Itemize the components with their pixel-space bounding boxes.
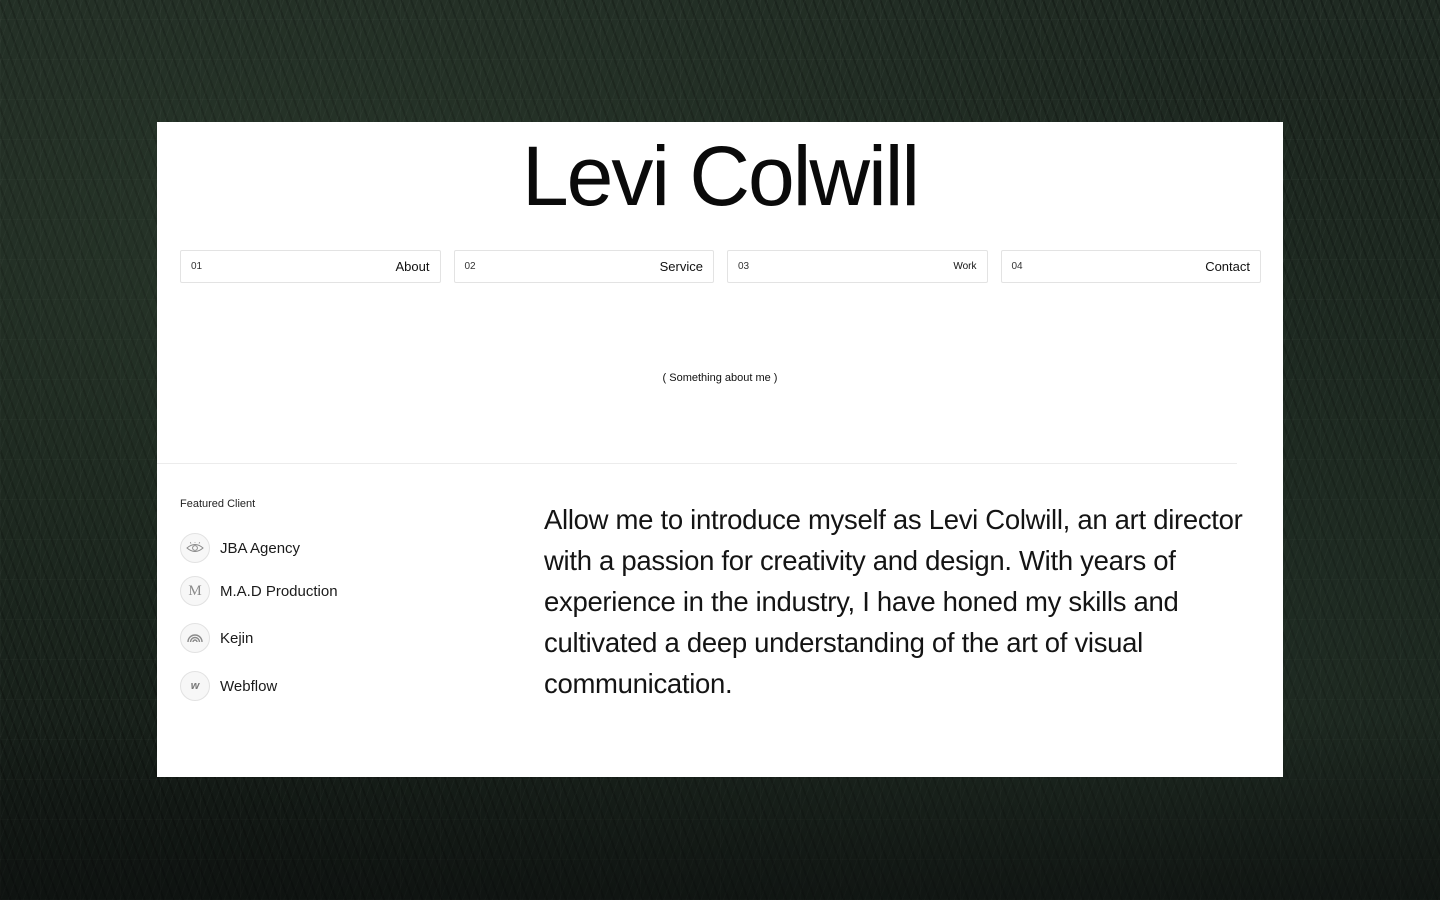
nav-item-service[interactable]: 02 Service — [453, 250, 714, 283]
client-name: Kejin — [220, 629, 254, 647]
nav-label: Contact — [1205, 259, 1250, 274]
intro-paragraph: Allow me to introduce myself as Levi Col… — [544, 504, 1243, 699]
nav-number: 03 — [738, 261, 750, 272]
client-name: Webflow — [220, 677, 278, 695]
nav-item-work[interactable]: 03 Work — [727, 250, 988, 283]
nav-label: Service — [659, 259, 703, 274]
nav-item-about[interactable]: 01 About — [180, 250, 441, 283]
client-name: JBA Agency — [220, 539, 301, 557]
client-item-webflow[interactable]: w Webflow — [180, 671, 277, 701]
m-letter-icon: M — [180, 576, 210, 606]
webflow-glyph: w — [190, 680, 200, 692]
webflow-icon: w — [180, 671, 210, 701]
eye-icon — [180, 533, 210, 563]
client-item-kejin[interactable]: Kejin — [180, 623, 253, 653]
page-title: Levi Colwill — [521, 129, 920, 223]
nav-number: 04 — [1011, 261, 1023, 272]
nav-label: About — [395, 259, 430, 274]
nav-label: Work — [953, 261, 977, 272]
nav-number: 02 — [464, 261, 476, 272]
m-letter-glyph: M — [188, 582, 202, 599]
section-divider — [157, 463, 1237, 464]
nav-item-contact[interactable]: 04 Contact — [1000, 250, 1261, 283]
main-nav: 01 About 02 Service 03 Work 04 Contact — [180, 250, 1261, 283]
client-item-jba-agency[interactable]: JBA Agency — [180, 533, 300, 563]
client-item-mad-production[interactable]: M M.A.D Production — [180, 576, 338, 606]
section-tagline: ( Something about me ) — [662, 372, 778, 384]
client-name: M.A.D Production — [220, 582, 338, 600]
featured-client-heading: Featured Client — [180, 498, 256, 510]
nav-number: 01 — [191, 261, 203, 272]
rainbow-arc-icon — [180, 623, 210, 653]
